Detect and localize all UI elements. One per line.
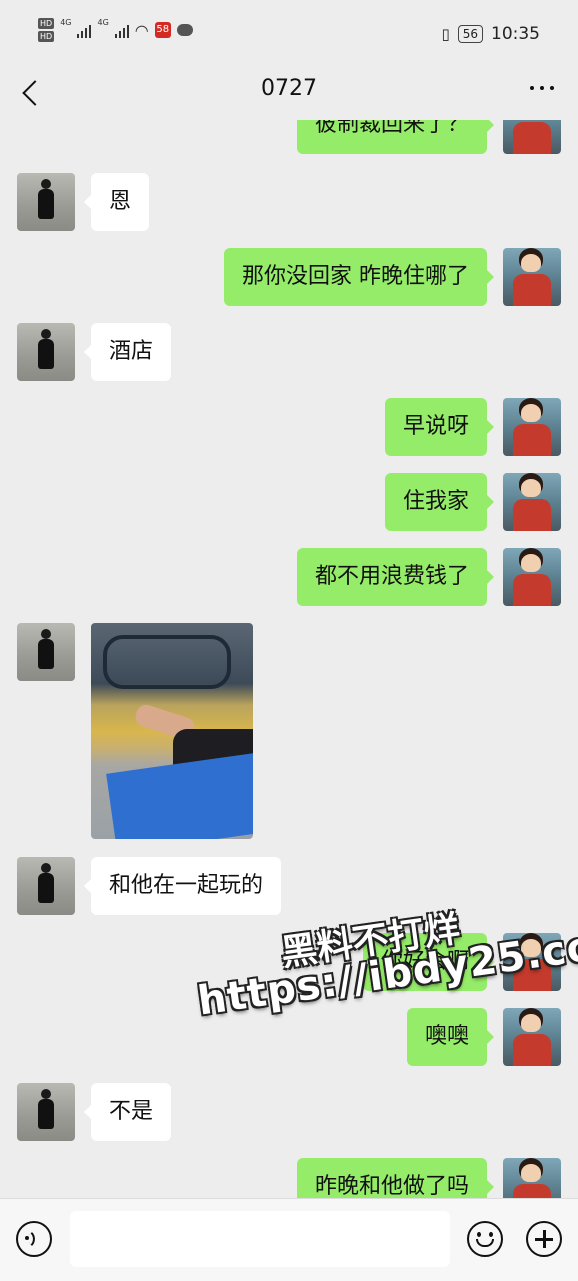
photo-content [106, 752, 253, 839]
chat-title: 0727 [261, 76, 317, 101]
my-avatar[interactable] [503, 398, 561, 456]
my-avatar[interactable] [503, 548, 561, 606]
message-bubble[interactable]: 那你没回家 昨晚住哪了 [224, 248, 494, 306]
status-bar: HD HD 4G 4G ◠ 58 ▯ 56 10:35 [0, 0, 578, 68]
vibrate-icon: ▯ [441, 25, 450, 43]
status-indicators-left: HD HD 4G 4G ◠ 58 [38, 18, 193, 42]
status-indicators-right: ▯ 56 10:35 [441, 24, 540, 44]
my-avatar[interactable] [503, 120, 561, 154]
my-avatar[interactable] [503, 473, 561, 531]
photo-message[interactable] [91, 623, 253, 839]
hd-badge: HD [38, 31, 55, 42]
signal-icon [114, 22, 129, 38]
more-options-icon[interactable] [530, 86, 554, 90]
input-bar [0, 1198, 578, 1281]
emoji-icon[interactable] [467, 1221, 503, 1257]
message-bubble[interactable]: 早说呀 [384, 398, 495, 456]
message-bubble[interactable]: 住我家 [384, 473, 495, 531]
hd-badge: HD [38, 18, 55, 29]
message-bubble[interactable]: 都不用浪费钱了 [296, 548, 495, 606]
app-notification-icon: 58 [154, 22, 171, 38]
message-bubble[interactable]: 和他在一起玩的 [83, 857, 282, 915]
message-bubble[interactable]: 不是 [83, 1083, 172, 1141]
network-type-label: 4G [97, 18, 109, 27]
contact-avatar[interactable] [17, 857, 75, 915]
message-input[interactable] [70, 1211, 450, 1267]
signal-icon [77, 22, 92, 38]
photo-content [103, 635, 231, 689]
chat-header: 0727 [0, 68, 578, 120]
message-notification-icon [176, 24, 193, 36]
message-bubble[interactable]: 酒店 [83, 323, 172, 381]
contact-avatar[interactable] [17, 623, 75, 681]
contact-avatar[interactable] [17, 323, 75, 381]
plus-icon[interactable] [526, 1221, 562, 1257]
message-bubble[interactable]: 你好会啊 [362, 933, 495, 991]
message-bubble[interactable]: 彼制裁回来了？ [296, 120, 495, 154]
contact-avatar[interactable] [17, 1083, 75, 1141]
message-list[interactable]: 彼制裁回来了？ 恩 那你没回家 昨晚住哪了 酒店 早说呀 住我家 都不用浪费钱了 [0, 120, 578, 1198]
hd-indicators: HD HD [38, 18, 55, 42]
my-avatar[interactable] [503, 248, 561, 306]
message-bubble[interactable]: 恩 [83, 173, 150, 231]
network-type-label: 4G [60, 18, 72, 27]
message-bubble[interactable]: 昨晚和他做了吗 [296, 1158, 495, 1198]
my-avatar[interactable] [503, 933, 561, 991]
battery-icon: 56 [457, 25, 483, 43]
wifi-icon: ◠ [134, 20, 149, 40]
message-bubble[interactable]: 噢噢 [406, 1008, 495, 1066]
my-avatar[interactable] [503, 1008, 561, 1066]
contact-avatar[interactable] [17, 173, 75, 231]
my-avatar[interactable] [503, 1158, 561, 1198]
voice-input-icon[interactable] [16, 1221, 52, 1257]
clock: 10:35 [491, 24, 540, 44]
